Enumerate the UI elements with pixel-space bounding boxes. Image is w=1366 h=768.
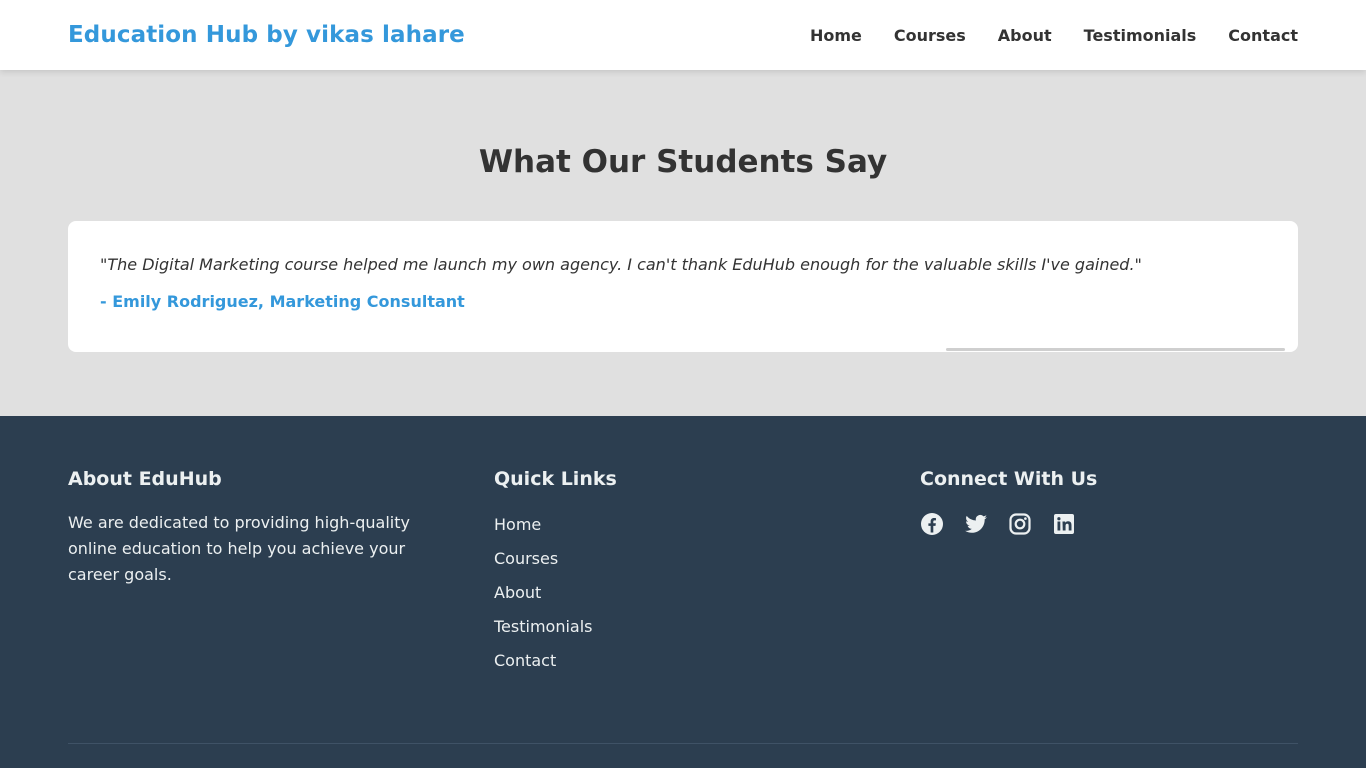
footer-connect-title: Connect With Us <box>920 468 1098 490</box>
footer-about: About EduHub We are dedicated to providi… <box>68 468 428 588</box>
list-item: Contact <box>494 644 617 678</box>
footer-link-home[interactable]: Home <box>494 515 541 534</box>
footer-link-about[interactable]: About <box>494 583 541 602</box>
footer-about-title: About EduHub <box>68 468 222 490</box>
nav-links: Home Courses About Testimonials Contact <box>810 26 1298 45</box>
brand-logo-link[interactable]: Education Hub by vikas lahare <box>68 22 465 48</box>
testimonial-author: - Emily Rodriguez, Marketing Consultant <box>100 292 465 311</box>
testimonial-card: "The Digital Marketing course helped me … <box>68 221 1298 352</box>
nav-link-courses[interactable]: Courses <box>894 26 966 45</box>
footer-quick-links: Quick Links Home Courses About Testimoni… <box>494 468 617 678</box>
testimonial-quote: "The Digital Marketing course helped me … <box>100 255 1142 274</box>
facebook-icon[interactable] <box>920 512 944 536</box>
testimonials-section: What Our Students Say "The Digital Marke… <box>0 70 1366 416</box>
footer-link-testimonials[interactable]: Testimonials <box>494 617 593 636</box>
navbar: Education Hub by vikas lahare Home Cours… <box>0 0 1366 70</box>
list-item: Courses <box>494 542 617 576</box>
list-item: About <box>494 576 617 610</box>
linkedin-icon[interactable] <box>1052 512 1076 536</box>
nav-link-testimonials[interactable]: Testimonials <box>1084 26 1197 45</box>
footer-quick-links-title: Quick Links <box>494 468 617 490</box>
footer-connect: Connect With Us <box>920 468 1097 536</box>
footer-divider <box>68 743 1298 744</box>
list-item: Testimonials <box>494 610 617 644</box>
list-item: Home <box>494 508 617 542</box>
social-icons <box>920 512 1097 536</box>
section-title: What Our Students Say <box>478 144 888 180</box>
nav-link-home[interactable]: Home <box>810 26 862 45</box>
nav-link-contact[interactable]: Contact <box>1228 26 1298 45</box>
instagram-icon[interactable] <box>1008 512 1032 536</box>
horizontal-scrollbar[interactable] <box>946 348 1285 351</box>
twitter-icon[interactable] <box>964 512 988 536</box>
footer-links-list: Home Courses About Testimonials Contact <box>494 508 617 678</box>
footer: About EduHub We are dedicated to providi… <box>0 416 1366 768</box>
nav-link-about[interactable]: About <box>998 26 1052 45</box>
footer-link-contact[interactable]: Contact <box>494 651 556 670</box>
footer-about-text: We are dedicated to providing high-quali… <box>68 513 410 584</box>
footer-link-courses[interactable]: Courses <box>494 549 558 568</box>
